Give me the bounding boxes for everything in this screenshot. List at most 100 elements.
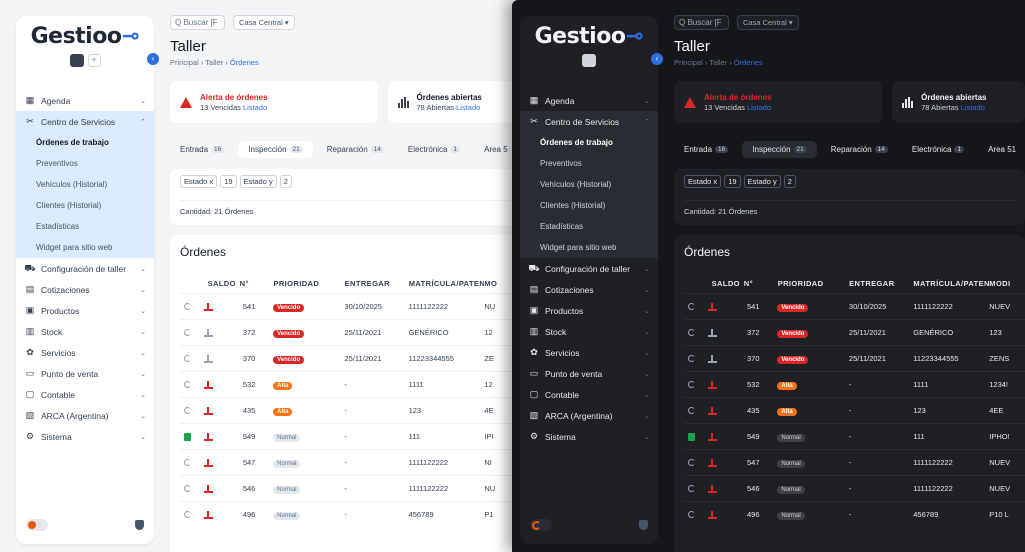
table-row[interactable]: 549 Normal - 111 IPHO! <box>684 423 1025 449</box>
col-saldo-header[interactable]: SALDO <box>708 279 744 288</box>
tab-entrada[interactable]: Entrada 16 <box>674 141 738 158</box>
table-row[interactable]: 370 Vencido 25/11/2021 11223344555 ZENS <box>684 345 1025 371</box>
wrench-icon[interactable] <box>180 329 204 336</box>
collapse-sidebar-button[interactable]: ‹ <box>147 53 159 65</box>
sidebar-item-contable[interactable]: ▢ Contable ⌄ <box>520 384 658 405</box>
sidebar-item-stock[interactable]: ▥ Stock ⌄ <box>16 321 154 342</box>
order-number[interactable]: 546 <box>747 484 777 493</box>
chevron-up-icon[interactable]: ⌃ <box>644 118 650 126</box>
app-logo[interactable]: Gestioo⊸ <box>16 24 154 49</box>
wrench-icon[interactable] <box>180 511 204 518</box>
sidebar-item-cotizaciones[interactable]: ▤ Cotizaciones ⌄ <box>520 279 658 300</box>
wrench-icon[interactable] <box>180 407 204 414</box>
chevron-down-icon[interactable]: ⌄ <box>140 391 146 399</box>
sidebar-subitem[interactable]: Órdenes de trabajo <box>16 132 154 153</box>
open-listado-link[interactable]: Listado <box>961 103 985 112</box>
search-input[interactable]: Q Buscar [F <box>674 14 729 30</box>
order-number[interactable]: 496 <box>747 510 777 519</box>
wrench-icon[interactable] <box>684 459 708 466</box>
order-number[interactable]: 547 <box>747 458 777 467</box>
table-row[interactable]: 435 Alta - 123 4EE <box>684 397 1025 423</box>
table-row[interactable]: 370 Vencido 25/11/2021 11223344555 ZE <box>180 345 520 371</box>
filter-chip[interactable]: Estado y <box>239 175 277 188</box>
store-icon[interactable] <box>582 54 596 67</box>
table-row[interactable]: 546 Normal - 1111122222 NUEV <box>684 475 1025 501</box>
chevron-down-icon[interactable]: ⌄ <box>140 433 146 441</box>
table-row[interactable]: 496 Normal - 456789 P10 L <box>684 501 1025 527</box>
tab-entrada[interactable]: Entrada 16 <box>170 141 234 158</box>
filter-chip[interactable]: 19 <box>724 175 741 188</box>
order-number[interactable]: 496 <box>243 510 273 519</box>
sidebar-item-punto-de-venta[interactable]: ▭ Punto de venta ⌄ <box>520 363 658 384</box>
chevron-down-icon[interactable]: ⌄ <box>644 370 650 378</box>
table-row[interactable]: 372 Vencido 25/11/2021 GENÉRICO 12 <box>180 319 520 345</box>
order-number[interactable]: 435 <box>747 406 777 415</box>
wrench-icon[interactable] <box>180 485 204 492</box>
lock-icon[interactable] <box>684 432 708 441</box>
chevron-down-icon[interactable]: ⌄ <box>644 97 650 105</box>
chevron-down-icon[interactable]: ⌄ <box>644 328 650 336</box>
wrench-icon[interactable] <box>180 381 204 388</box>
wrench-icon[interactable] <box>684 407 708 414</box>
col-matricula-header[interactable]: MATRÍCULA/PATENTE <box>409 279 485 288</box>
alert-listado-link[interactable]: Listado <box>747 103 771 112</box>
order-number[interactable]: 370 <box>747 354 777 363</box>
table-row[interactable]: 496 Normal -456789 P1 <box>180 501 520 527</box>
wrench-icon[interactable] <box>684 381 708 388</box>
collapse-sidebar-button[interactable]: ‹ <box>651 53 663 65</box>
sidebar-item-configuraci-n-de-taller[interactable]: ⛟ Configuración de taller ⌄ <box>520 258 658 279</box>
filter-chip[interactable]: Estado y <box>743 175 781 188</box>
search-input[interactable]: Q Buscar [F <box>170 14 225 30</box>
sidebar-subitem[interactable]: Vehículos (Historial) <box>16 174 154 195</box>
chevron-down-icon[interactable]: ⌄ <box>644 307 650 315</box>
sidebar-subitem[interactable]: Vehículos (Historial) <box>520 174 658 195</box>
sidebar-subitem[interactable]: Widget para sitio web <box>16 237 154 258</box>
order-number[interactable]: 370 <box>243 354 273 363</box>
sidebar-item-contable[interactable]: ▢ Contable ⌄ <box>16 384 154 405</box>
breadcrumb-item[interactable]: Taller <box>205 58 223 67</box>
chevron-down-icon[interactable]: ⌄ <box>644 349 650 357</box>
sidebar-item-centro-de-servicios[interactable]: ✂ Centro de Servicios ⌃ <box>16 111 154 132</box>
sidebar-item-punto-de-venta[interactable]: ▭ Punto de venta ⌄ <box>16 363 154 384</box>
order-number[interactable]: 541 <box>747 302 777 311</box>
table-row[interactable]: 547 Normal - 1111122222 NUEV <box>684 449 1025 475</box>
breadcrumb-item[interactable]: Órdenes <box>734 58 763 67</box>
table-row[interactable]: 372 Vencido 25/11/2021 GENÉRICO 123 <box>684 319 1025 345</box>
tab-inspecci-n[interactable]: Inspección 21 <box>238 140 313 158</box>
filter-chip[interactable]: 2 <box>279 175 292 188</box>
chevron-down-icon[interactable]: ⌄ <box>644 286 650 294</box>
sidebar-subitem[interactable]: Estadísticas <box>520 216 658 237</box>
app-logo[interactable]: Gestioo⊸ <box>520 24 658 49</box>
sidebar-subitem[interactable]: Clientes (Historial) <box>16 195 154 216</box>
chevron-down-icon[interactable]: ⌄ <box>644 433 650 441</box>
table-row[interactable]: 547 Normal -1111122222 NI <box>180 449 520 475</box>
tab-area-5[interactable]: Area 51 <box>978 141 1025 158</box>
col-modelo-header[interactable]: MODI <box>989 279 1025 288</box>
order-number[interactable]: 546 <box>243 484 273 493</box>
theme-toggle[interactable] <box>530 519 552 531</box>
wrench-icon[interactable] <box>684 511 708 518</box>
tab-electr-nica[interactable]: Electrónica 1 <box>902 141 974 158</box>
chevron-down-icon[interactable]: ⌄ <box>644 391 650 399</box>
breadcrumb-item[interactable]: Taller <box>709 58 727 67</box>
order-number[interactable]: 372 <box>747 328 777 337</box>
sidebar-item-stock[interactable]: ▥ Stock ⌄ <box>520 321 658 342</box>
sidebar-item-productos[interactable]: ▣ Productos ⌄ <box>16 300 154 321</box>
table-row[interactable]: 541 Vencido 30/10/2025 1111122222 NUEV <box>684 293 1025 319</box>
chevron-down-icon[interactable]: ⌄ <box>644 412 650 420</box>
sidebar-item-productos[interactable]: ▣ Productos ⌄ <box>520 300 658 321</box>
order-number[interactable]: 541 <box>243 302 273 311</box>
col-entregar-header[interactable]: ENTREGAR <box>849 279 913 288</box>
order-number[interactable]: 547 <box>243 458 273 467</box>
table-row[interactable]: 435 Alta -123 4E <box>180 397 520 423</box>
lock-icon[interactable] <box>180 432 204 441</box>
sidebar-subitem[interactable]: Órdenes de trabajo <box>520 132 658 153</box>
table-row[interactable]: 546 Normal -1111122222 NU <box>180 475 520 501</box>
chevron-down-icon[interactable]: ⌄ <box>140 370 146 378</box>
sidebar-item-servicios[interactable]: ✿ Servicios ⌄ <box>16 342 154 363</box>
col-entregar-header[interactable]: ENTREGAR <box>345 279 409 288</box>
col-prioridad-header[interactable]: PRIORIDAD <box>778 279 849 288</box>
wrench-icon[interactable] <box>684 303 708 310</box>
table-row[interactable]: 549 Normal -111 IPI <box>180 423 520 449</box>
add-branch-button[interactable]: + <box>87 54 101 67</box>
